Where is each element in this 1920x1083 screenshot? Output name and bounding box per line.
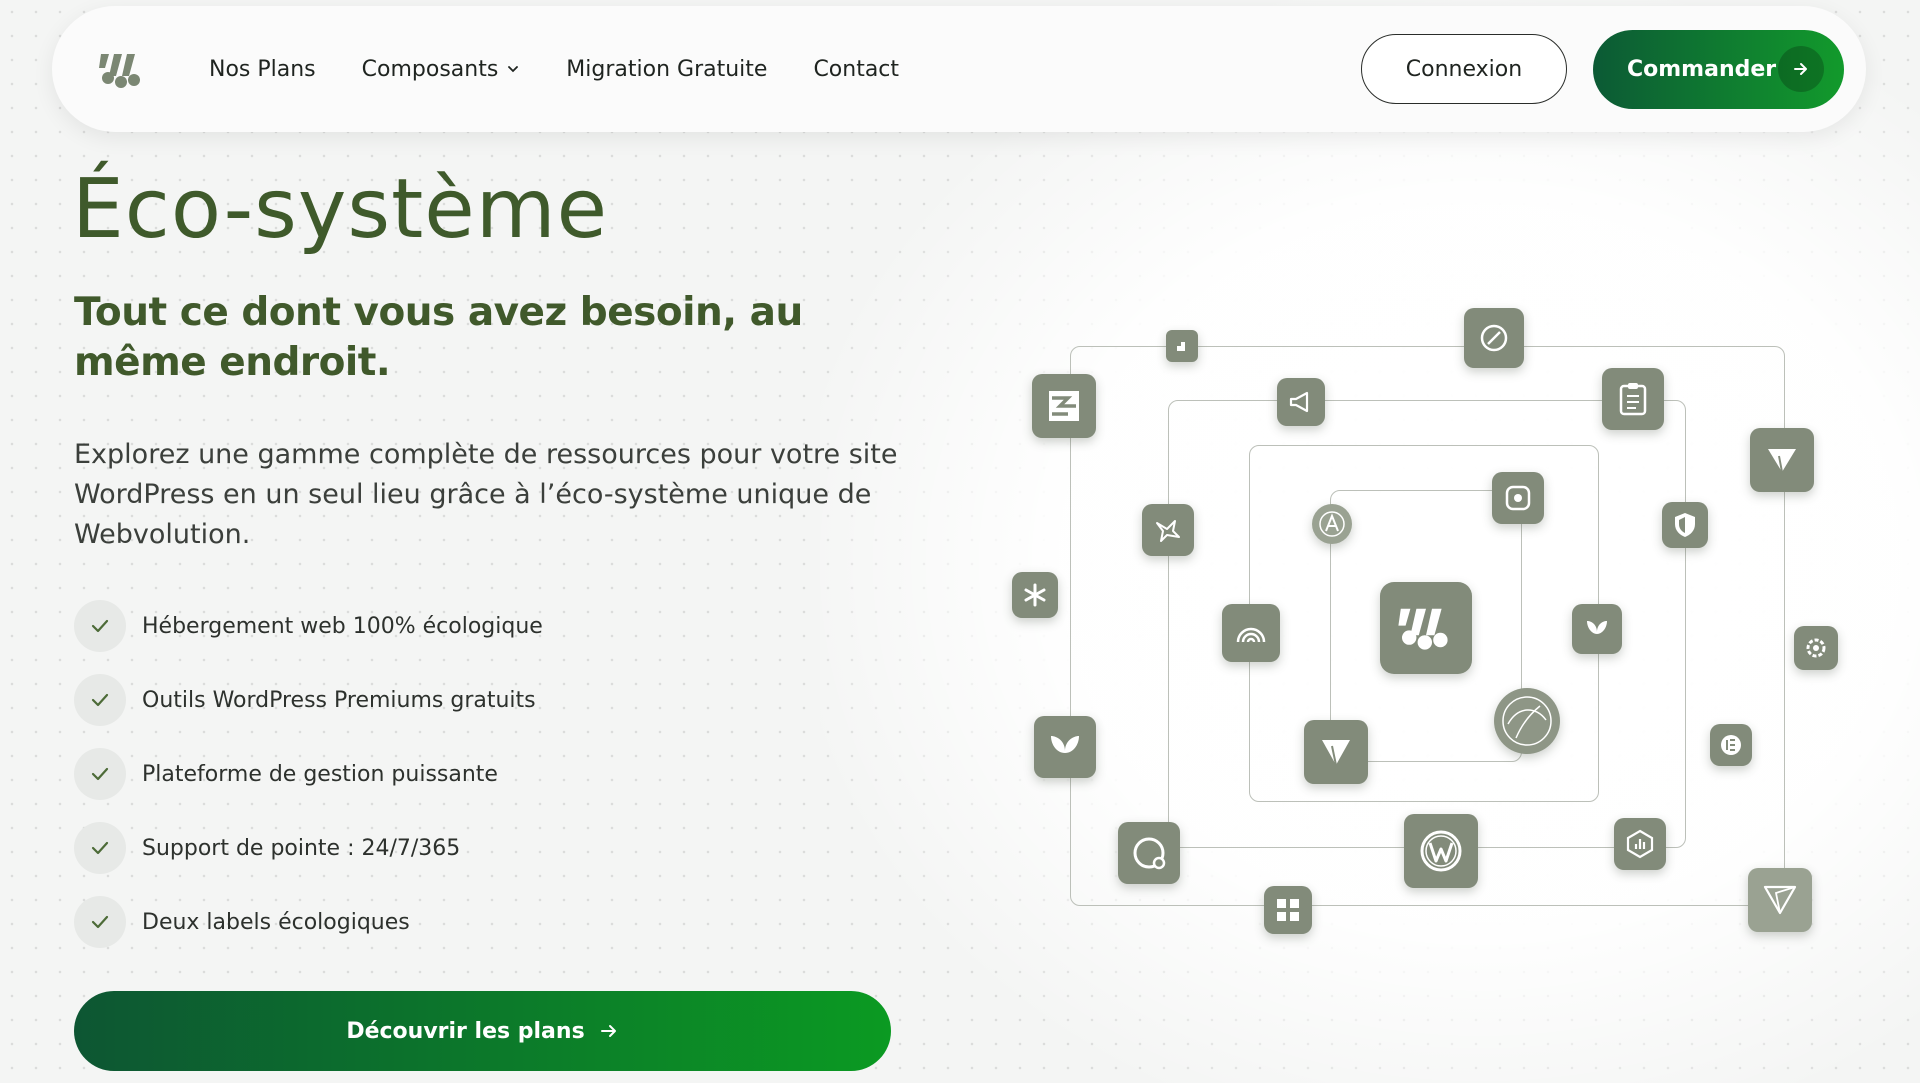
hero-description: Explorez une gamme complète de ressource… [74,439,898,550]
login-button[interactable]: Connexion [1361,34,1567,104]
feature-label: Plateforme de gestion puissante [142,761,498,787]
top-navbar: Nos Plans Composants Migration Gratuite … [52,6,1866,132]
chevron-down-icon [508,66,519,73]
arrow-right-icon [1778,46,1824,92]
leaf-icon[interactable] [1572,604,1622,654]
megaphone-icon[interactable] [1277,378,1325,426]
rank-icon[interactable] [1166,330,1198,362]
wifi-icon[interactable] [1222,604,1280,662]
globe-leaf-icon[interactable] [1494,688,1560,754]
list-item: Outils WordPress Premiums gratuits [74,674,543,726]
check-icon [74,822,126,874]
wordpress-icon[interactable] [1404,814,1478,888]
nav-link-label: Composants [361,56,499,82]
check-icon [74,674,126,726]
nav-link-components[interactable]: Composants [362,57,521,82]
accessibility-icon[interactable] [1312,504,1352,544]
feature-label: Hébergement web 100% écologique [142,613,543,639]
chat-icon[interactable] [1118,822,1180,884]
hero-subtitle: Tout ce dont vous avez besoin, au même e… [74,290,803,385]
feature-label: Deux labels écologiques [142,909,410,935]
list-item: Deux labels écologiques [74,896,543,948]
send-icon[interactable] [1750,428,1814,492]
list-item: Hébergement web 100% écologique [74,600,543,652]
nav-link-label: Migration Gratuite [566,56,768,82]
nav-link-plans[interactable]: Nos Plans [209,57,316,82]
main-nav: Nos Plans Composants Migration Gratuite … [209,6,899,132]
plane-outline-icon[interactable] [1748,868,1812,932]
paper-plane-icon[interactable] [1304,720,1368,784]
gallery-icon[interactable] [1264,886,1312,934]
login-label: Connexion [1405,56,1523,82]
asterisk-icon[interactable] [1012,572,1058,618]
clipboard-icon[interactable] [1602,368,1664,430]
list-item: Support de pointe : 24/7/365 [74,822,543,874]
nav-link-migration[interactable]: Migration Gratuite [566,57,767,82]
analytics-icon[interactable] [1614,818,1666,870]
camera-icon[interactable] [1492,472,1544,524]
check-icon [74,748,126,800]
nav-link-label: Nos Plans [209,56,316,82]
nav-link-contact[interactable]: Contact [813,57,899,82]
page-title: Éco-système [72,162,609,257]
order-button[interactable]: Commander [1593,30,1844,109]
arrow-right-icon [600,1025,616,1037]
shield-icon[interactable] [1662,502,1708,548]
gear-icon[interactable] [1794,626,1838,670]
webvolution-logo-icon[interactable] [98,50,146,90]
check-icon [74,600,126,652]
discover-plans-button[interactable]: Découvrir les plans [74,991,891,1071]
ecosystem-diagram [1000,290,1860,950]
speed-icon[interactable] [1464,308,1524,368]
feature-list: Hébergement web 100% écologique Outils W… [74,600,543,970]
feature-label: Support de pointe : 24/7/365 [142,835,461,861]
order-label: Commander [1627,57,1777,82]
check-icon [74,896,126,948]
feature-label: Outils WordPress Premiums gratuits [142,687,536,713]
elementor-icon[interactable] [1710,724,1752,766]
cta-label: Découvrir les plans [346,1018,585,1044]
bird-icon[interactable] [1142,504,1194,556]
slider-logo-icon[interactable] [1032,374,1096,438]
list-item: Plateforme de gestion puissante [74,748,543,800]
nav-link-label: Contact [813,56,900,82]
plant-icon[interactable] [1034,716,1096,778]
webvolution-center-icon[interactable] [1380,582,1472,674]
